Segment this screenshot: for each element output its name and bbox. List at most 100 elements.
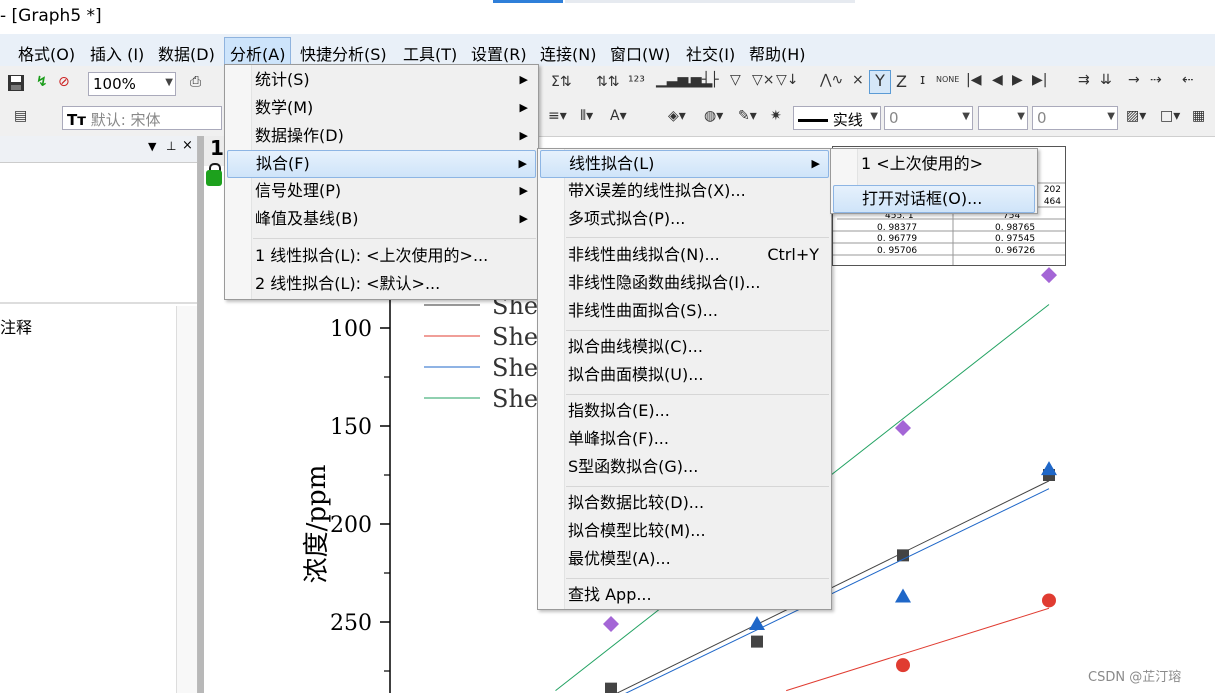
box-chart-icon[interactable]: ┤├: [702, 72, 719, 88]
data-point-circle: [896, 658, 910, 673]
menu-item-open-dialog[interactable]: 打开对话框(O)...: [833, 185, 1035, 213]
color-select[interactable]: ▼: [978, 106, 1028, 130]
menu-connect[interactable]: 连接(N): [540, 41, 596, 65]
print-icon[interactable]: ⎙: [190, 74, 201, 90]
pin-icon[interactable]: ⊥: [166, 139, 176, 153]
menu-data[interactable]: 数据(D): [158, 41, 215, 65]
menu-item-nonlinear-surface-fit[interactable]: 非线性曲面拟合(S)...: [540, 298, 829, 326]
menu-item-recent-linear-fit-2[interactable]: 2 线性拟合(L): <默认>...: [227, 271, 536, 299]
add-columns-icon[interactable]: ⇉: [1078, 72, 1090, 88]
menu-analysis[interactable]: 分析(A): [224, 37, 292, 66]
error-column-icon[interactable]: ɪ: [920, 72, 925, 88]
menu-item-compare-models[interactable]: 拟合模型比较(M)...: [540, 518, 829, 546]
submenu-arrow-icon: ▶: [519, 101, 528, 114]
panel-divider[interactable]: [0, 302, 197, 304]
close-icon[interactable]: ×: [182, 138, 193, 153]
arrow-right-2-icon[interactable]: ⇢: [1150, 72, 1162, 88]
y-column-icon[interactable]: Y: [869, 70, 891, 94]
menu-item-data-manipulation[interactable]: 数据操作(D) ▶: [227, 123, 536, 151]
menu-social[interactable]: 社交(I): [686, 41, 735, 65]
size-select[interactable]: 0 ▼: [1032, 106, 1118, 130]
menu-quick-analysis[interactable]: 快捷分析(S): [300, 41, 387, 65]
submenu-arrow-icon: ▶: [518, 157, 527, 170]
none-column-icon[interactable]: NONE: [936, 75, 959, 84]
stop-script-icon[interactable]: ⊘: [58, 74, 70, 90]
column-stats-icon[interactable]: ¹²³: [628, 74, 645, 90]
menu-item-signal-processing[interactable]: 信号处理(P) ▶: [227, 178, 536, 206]
arrow-right-icon[interactable]: →: [1128, 72, 1140, 88]
menu-item-linear-fit[interactable]: 线性拟合(L) ▶: [540, 150, 829, 178]
menu-item-single-peak-fit[interactable]: 单峰拟合(F)...: [540, 426, 829, 454]
menu-item-find-app[interactable]: 查找 App...: [540, 582, 829, 610]
data-point-circle: [1042, 593, 1056, 608]
panel-menu-icon[interactable]: ▼: [148, 140, 156, 153]
add-rows-icon[interactable]: ⇊: [1100, 72, 1112, 88]
save-icon[interactable]: [7, 74, 25, 96]
menu-item-last-used[interactable]: 1 <上次使用的>: [833, 151, 1035, 179]
panel-scrollbar[interactable]: [176, 306, 197, 693]
menu-item-mathematics[interactable]: 数学(M) ▶: [227, 95, 536, 123]
line-width-select[interactable]: 0 ▼: [884, 106, 973, 130]
mask-icon[interactable]: ×: [852, 72, 864, 88]
y-tick-label: 250: [330, 611, 372, 636]
font-color-icon[interactable]: A▾: [610, 108, 627, 124]
menu-item-fitting[interactable]: 拟合(F) ▶: [227, 150, 536, 178]
legend-label: She: [492, 323, 538, 351]
y-tick-label: 200: [330, 513, 372, 538]
zoom-select[interactable]: 100% ▼: [88, 72, 176, 96]
menu-item-nonlinear-implicit-fit[interactable]: 非线性隐函数曲线拟合(I)...: [540, 270, 829, 298]
font-icon: Tт: [67, 111, 86, 129]
z-column-icon[interactable]: Z: [896, 72, 907, 91]
run-icon[interactable]: ↯: [36, 74, 48, 90]
filter-remove-icon[interactable]: ▽×: [752, 72, 775, 88]
menu-insert[interactable]: 插入 (I): [90, 41, 144, 65]
previous-icon[interactable]: ◀: [992, 72, 1003, 88]
line-style-select[interactable]: 实线 ▼: [793, 106, 881, 130]
menu-item-simulate-curve[interactable]: 拟合曲线模拟(C)...: [540, 334, 829, 362]
menu-item-rank-models[interactable]: 最优模型(A)...: [540, 546, 829, 574]
sort-columns-icon[interactable]: ⇅⇅: [596, 74, 619, 90]
table-cell: 202: [1043, 185, 1061, 195]
last-icon[interactable]: ▶|: [1032, 72, 1047, 88]
filter-settings-icon[interactable]: ▽↓: [776, 72, 799, 88]
align-icon[interactable]: ≡▾: [548, 108, 567, 124]
symbol-icon[interactable]: ✷: [770, 108, 782, 124]
table-icon[interactable]: ▦: [1192, 108, 1205, 124]
menu-item-polynomial-fit[interactable]: 多项式拟合(P)...: [540, 206, 829, 234]
pattern-color-icon[interactable]: ◍▾: [704, 108, 723, 124]
line-color-icon[interactable]: ✎▾: [738, 108, 757, 124]
menu-tools[interactable]: 工具(T): [403, 41, 457, 65]
fill-color-icon[interactable]: ◈▾: [668, 108, 686, 124]
title-accent-bar: [493, 0, 563, 3]
menu-item-compare-datasets[interactable]: 拟合数据比较(D)...: [540, 490, 829, 518]
menu-item-sigmoidal-fit[interactable]: S型函数拟合(G)...: [540, 454, 829, 482]
menu-separator: [253, 238, 536, 239]
hatch-icon[interactable]: ▨▾: [1126, 108, 1146, 124]
menu-window[interactable]: 窗口(W): [610, 41, 670, 65]
font-select[interactable]: Tт 默认: 宋体: [62, 106, 222, 130]
signal-icon[interactable]: ⋀∿: [820, 72, 843, 88]
menu-item-nonlinear-curve-fit[interactable]: 非线性曲线拟合(N)... Ctrl+Y: [540, 242, 829, 270]
line-style-label: 实线: [832, 111, 863, 129]
filter-icon[interactable]: ▽: [730, 72, 741, 88]
menu-item-peaks-baseline[interactable]: 峰值及基线(B) ▶: [227, 206, 536, 234]
chevron-down-icon: ▼: [1107, 111, 1115, 122]
arrow-left-icon[interactable]: ⇠: [1182, 72, 1194, 88]
menu-item-recent-linear-fit-1[interactable]: 1 线性拟合(L): <上次使用的>...: [227, 243, 536, 271]
y-axis-title: 浓度/ppm: [302, 465, 332, 584]
pattern-icon[interactable]: ⦀▾: [580, 108, 593, 124]
first-icon[interactable]: |◀: [966, 72, 981, 88]
sort-icon[interactable]: Σ⇅: [551, 74, 572, 90]
menu-help[interactable]: 帮助(H): [749, 41, 806, 65]
menu-item-statistics[interactable]: 统计(S) ▶: [227, 67, 536, 95]
menu-format[interactable]: 格式(O): [18, 41, 75, 65]
submenu-arrow-icon: ▶: [811, 157, 820, 170]
menu-item-linear-fit-x-error[interactable]: 带X误差的线性拟合(X)...: [540, 178, 829, 206]
paste-icon[interactable]: ▤: [14, 108, 27, 124]
next-icon[interactable]: ▶: [1012, 72, 1023, 88]
menu-item-simulate-surface[interactable]: 拟合曲面模拟(U)...: [540, 362, 829, 390]
menu-item-exponential-fit[interactable]: 指数拟合(E)...: [540, 398, 829, 426]
border-icon[interactable]: □▾: [1160, 108, 1180, 124]
menu-settings[interactable]: 设置(R): [471, 41, 527, 65]
lock-icon: [206, 170, 222, 186]
